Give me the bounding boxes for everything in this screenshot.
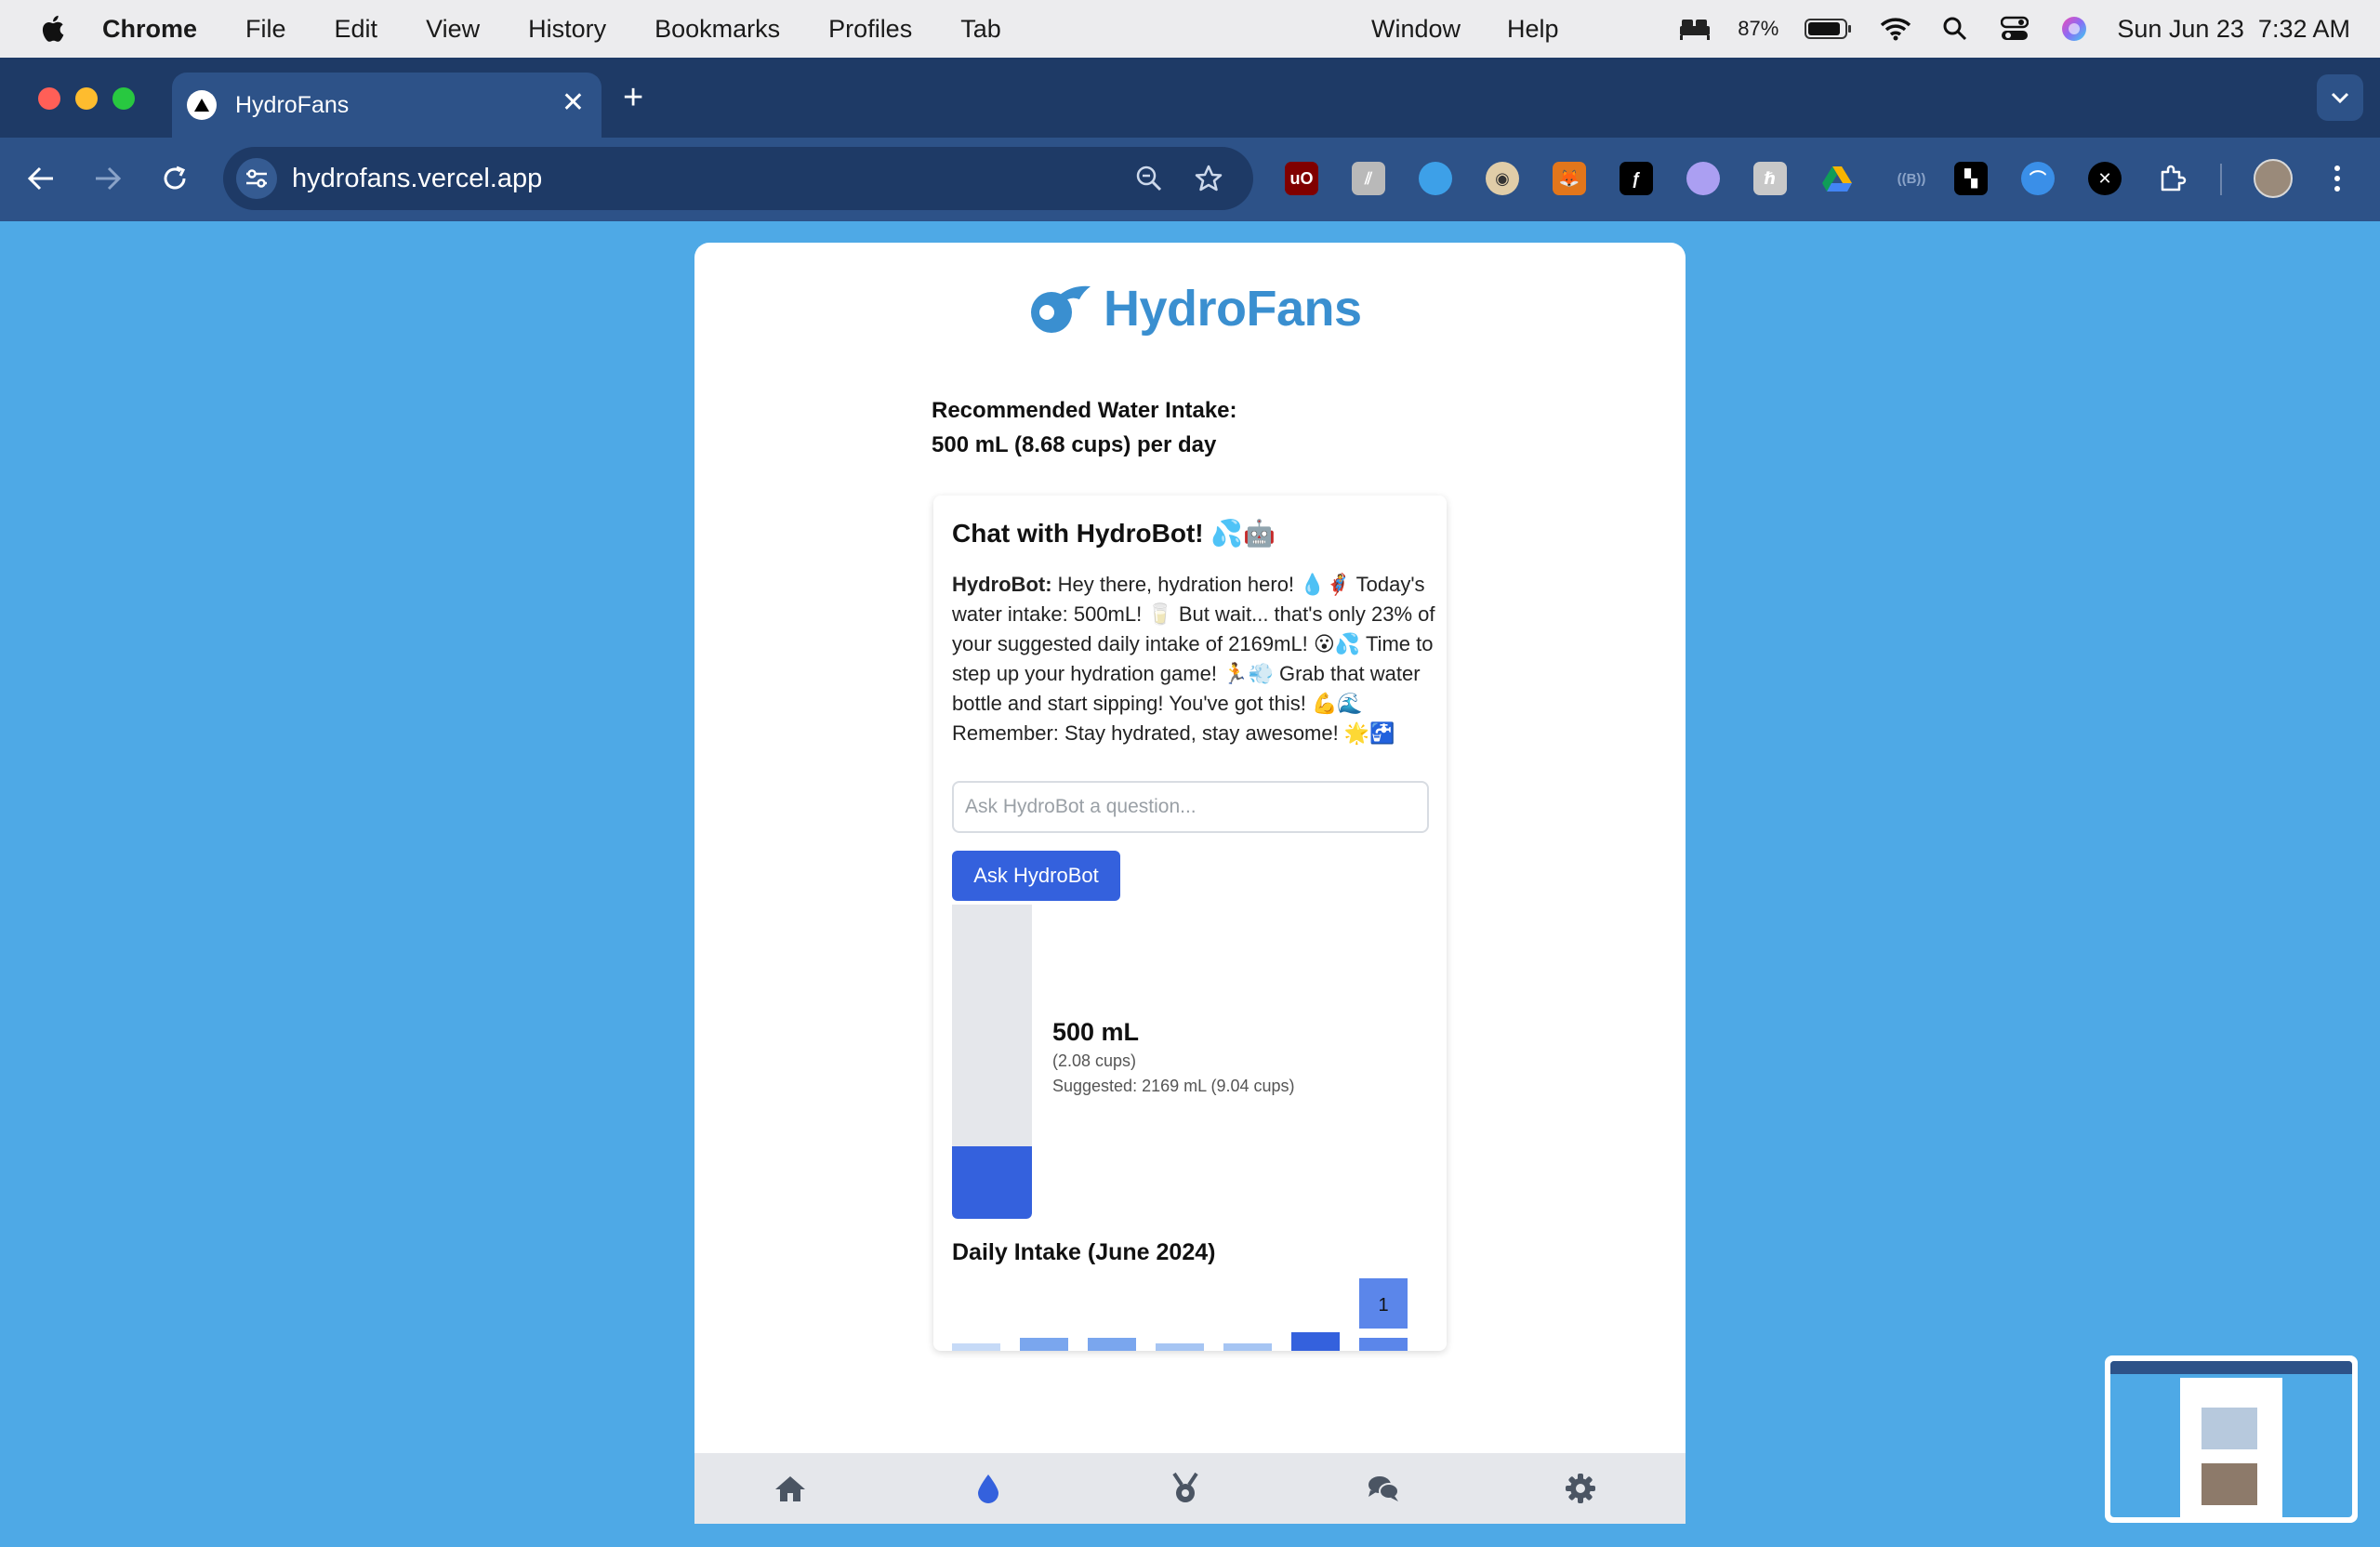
daily-intake-chart: 1 <box>952 1278 1408 1351</box>
recommended-value: 500 mL (8.68 cups) per day <box>932 432 1217 457</box>
hydrobot-card: Chat with HydroBot! 💦🤖 HydroBot: Hey the… <box>933 496 1447 1351</box>
bybit-extension-icon[interactable]: ((B)) <box>1887 162 1936 195</box>
apple-icon[interactable] <box>37 12 71 46</box>
ask-hydrobot-button[interactable]: Ask HydroBot <box>952 851 1120 901</box>
siri-icon[interactable] <box>2057 15 2091 43</box>
daily-bar[interactable] <box>1291 1332 1340 1351</box>
menu-file[interactable]: File <box>245 15 286 44</box>
picture-in-picture-window[interactable] <box>2105 1355 2358 1523</box>
water-tank-fill <box>952 1146 1032 1219</box>
tab-title: HydroFans <box>235 91 350 118</box>
medal-icon[interactable] <box>1169 1472 1202 1505</box>
menu-edit[interactable]: Edit <box>335 15 378 44</box>
logo-wordmark: HydroFans <box>1104 281 1362 337</box>
window-minimize-button[interactable] <box>75 87 98 110</box>
spotlight-search-icon[interactable] <box>1938 15 1972 43</box>
vercel-favicon-icon <box>187 90 217 120</box>
forward-button[interactable] <box>89 160 126 197</box>
tab-search-button[interactable] <box>2317 74 2363 121</box>
control-center-icon[interactable] <box>1998 15 2031 43</box>
menu-bookmarks[interactable]: Bookmarks <box>654 15 780 44</box>
water-drop-icon[interactable] <box>972 1472 1005 1505</box>
google-drive-extension-icon[interactable] <box>1820 162 1854 195</box>
logo-drop-icon <box>1031 285 1091 333</box>
daily-bar[interactable] <box>1359 1338 1408 1351</box>
proton-extension-icon[interactable]: ⌒ <box>2021 162 2055 195</box>
okx-extension-icon[interactable]: ▚ <box>1954 162 1988 195</box>
menu-view[interactable]: View <box>426 15 480 44</box>
recommended-intake: Recommended Water Intake: 500 mL (8.68 c… <box>932 393 1237 462</box>
toolbar-divider <box>2220 164 2222 195</box>
tab-hydrofans[interactable]: HydroFans ✕ <box>172 73 602 138</box>
x-extension-icon[interactable]: ✕ <box>2088 162 2122 195</box>
wifi-icon[interactable] <box>1879 15 1912 43</box>
new-tab-button[interactable]: + <box>623 78 643 118</box>
macos-menubar: Chrome File Edit View History Bookmarks … <box>0 0 2380 58</box>
menu-app-name[interactable]: Chrome <box>102 15 197 44</box>
chat-title: Chat with HydroBot! 💦🤖 <box>952 519 1276 548</box>
app-container: HydroFans Recommended Water Intake: 500 … <box>694 243 1686 1524</box>
window-close-button[interactable] <box>38 87 60 110</box>
daily-bar[interactable] <box>952 1343 1000 1351</box>
daily-bar[interactable] <box>1156 1343 1204 1351</box>
menu-help[interactable]: Help <box>1507 15 1559 44</box>
menu-history[interactable]: History <box>528 15 606 44</box>
metamask-extension-icon[interactable]: 🦊 <box>1553 162 1586 195</box>
chat-sender: HydroBot: <box>952 573 1052 596</box>
menu-tab[interactable]: Tab <box>960 15 1001 44</box>
zoom-icon[interactable] <box>1132 162 1166 195</box>
bar-value-label: 1 <box>1378 1295 1388 1316</box>
reload-button[interactable] <box>156 160 193 197</box>
extensions-puzzle-icon[interactable] <box>2155 162 2188 195</box>
browser-extension-icon[interactable] <box>1419 162 1452 195</box>
daily-bar[interactable] <box>1223 1343 1272 1351</box>
intake-cups: (2.08 cups) <box>1052 1051 1137 1070</box>
daily-bar[interactable] <box>1088 1338 1136 1351</box>
privacy-badger-extension-icon[interactable]: ◉ <box>1486 162 1519 195</box>
bed-icon[interactable] <box>1678 15 1712 43</box>
battery-percent: 87% <box>1738 17 1779 40</box>
chat-message: HydroBot: Hey there, hydration hero! 💧🦸 … <box>952 570 1435 748</box>
intake-suggested: Suggested: 2169 mL (9.04 cups) <box>1052 1077 1295 1095</box>
window-zoom-button[interactable] <box>112 87 135 110</box>
bookmark-star-icon[interactable] <box>1192 162 1225 195</box>
pip-preview <box>2110 1361 2352 1517</box>
notes-extension-icon[interactable]: ⫽ <box>1352 162 1385 195</box>
hydrofans-logo[interactable]: HydroFans <box>1029 276 1362 341</box>
water-tank-gauge <box>952 905 1032 1219</box>
clock-datetime[interactable]: Sun Jun 23 7:32 AM <box>2117 15 2350 44</box>
site-settings-icon[interactable] <box>236 158 277 199</box>
ask-hydrobot-input[interactable] <box>952 781 1429 833</box>
profile-avatar[interactable] <box>2254 159 2293 198</box>
url-text[interactable]: hydrofans.vercel.app <box>292 164 542 194</box>
comments-icon[interactable] <box>1367 1472 1400 1505</box>
ublock-origin-extension-icon[interactable]: uO <box>1285 162 1318 195</box>
bottom-navigation <box>694 1453 1686 1524</box>
more-menu-icon[interactable] <box>2320 162 2354 195</box>
address-bar[interactable]: hydrofans.vercel.app <box>223 147 1253 210</box>
daily-bar[interactable] <box>1020 1338 1068 1351</box>
chat-message-text: Hey there, hydration hero! 💧🦸 Today's wa… <box>952 573 1435 745</box>
home-icon[interactable] <box>774 1472 807 1505</box>
battery-icon[interactable] <box>1805 15 1853 43</box>
back-button[interactable] <box>22 160 60 197</box>
recommended-label: Recommended Water Intake: <box>932 398 1237 423</box>
h-extension-icon[interactable]: ℏ <box>1753 162 1787 195</box>
intake-amount: 500 mL <box>1052 1018 1140 1046</box>
menu-profiles[interactable]: Profiles <box>828 15 912 44</box>
phantom-extension-icon[interactable] <box>1686 162 1720 195</box>
menu-window[interactable]: Window <box>1371 15 1461 44</box>
daily-intake-title: Daily Intake (June 2024) <box>952 1239 1216 1265</box>
tab-close-icon[interactable]: ✕ <box>562 89 585 117</box>
gear-icon[interactable] <box>1564 1472 1597 1505</box>
linear-extension-icon[interactable]: ƒ <box>1620 162 1653 195</box>
